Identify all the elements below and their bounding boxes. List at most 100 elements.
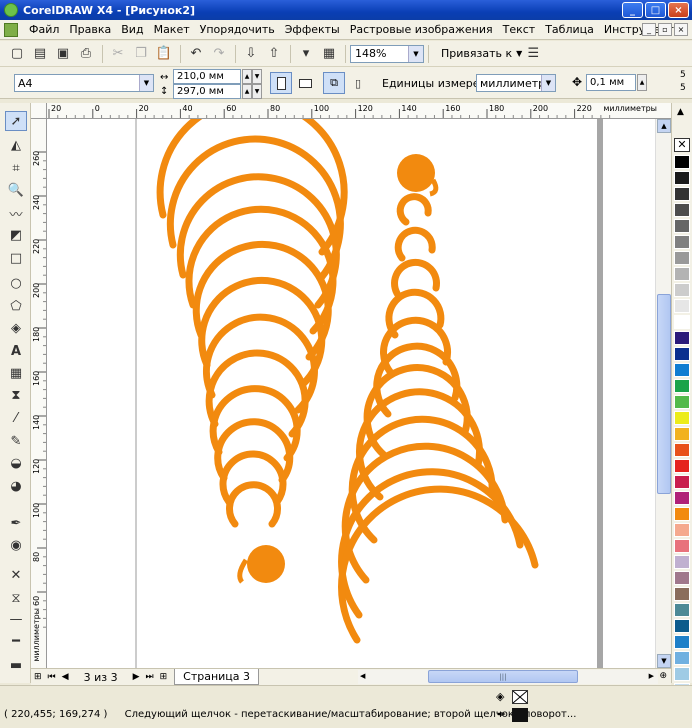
- paste-icon[interactable]: 📋: [153, 43, 175, 65]
- color-swatch[interactable]: [674, 171, 690, 185]
- ruler-origin[interactable]: [31, 103, 47, 119]
- last-page-icon[interactable]: ⏭: [143, 672, 157, 682]
- hairline-icon[interactable]: ⧖: [5, 588, 27, 608]
- spiral-end-dot-right[interactable]: [397, 154, 435, 192]
- polygon-tool-icon[interactable]: ⬠: [5, 296, 27, 316]
- horizontal-ruler[interactable]: 20 0 20 40 60 80 100 120 140 160 180 200 220 миллиме…: [31, 103, 671, 119]
- color-swatch[interactable]: [674, 395, 690, 409]
- color-swatch[interactable]: [674, 539, 690, 553]
- color-swatch[interactable]: [674, 203, 690, 217]
- color-swatch[interactable]: [674, 379, 690, 393]
- color-swatch[interactable]: [674, 315, 690, 329]
- color-swatch[interactable]: [674, 491, 690, 505]
- vertical-scrollbar[interactable]: ▲ ▼: [655, 119, 671, 668]
- cut-icon[interactable]: ✂: [107, 43, 129, 65]
- landscape-button[interactable]: [294, 72, 316, 94]
- scroll-right-arrow-icon[interactable]: ▶: [649, 672, 654, 680]
- ellipse-tool-icon[interactable]: ○: [5, 273, 27, 293]
- scroll-up-arrow-icon[interactable]: ▲: [657, 119, 671, 133]
- color-swatch[interactable]: [674, 571, 690, 585]
- text-tool-icon[interactable]: A: [5, 341, 27, 361]
- menu-file[interactable]: Файл: [24, 23, 64, 36]
- thick-line-icon[interactable]: ▬: [5, 655, 27, 675]
- zoom-tool-icon[interactable]: 🔍: [5, 180, 27, 200]
- chevron-down-icon[interactable]: ▼: [541, 75, 555, 91]
- palette-scroll-up-icon[interactable]: ▲: [677, 107, 684, 117]
- outline-pen-icon[interactable]: ✒: [5, 513, 27, 533]
- all-pages-button[interactable]: ⧉: [323, 72, 345, 94]
- menu-edit[interactable]: Правка: [64, 23, 116, 36]
- color-swatch[interactable]: [674, 555, 690, 569]
- color-swatch[interactable]: [674, 507, 690, 521]
- color-swatch[interactable]: [674, 427, 690, 441]
- color-swatch[interactable]: [674, 155, 690, 169]
- basic-shapes-tool-icon[interactable]: ◈: [5, 318, 27, 338]
- spiral-end-dot-left[interactable]: [247, 545, 285, 583]
- snap-to-dropdown[interactable]: Привязать к: [441, 47, 512, 60]
- nudge-spinner[interactable]: ▲: [637, 74, 647, 91]
- welcome-screen-icon[interactable]: ▦: [318, 43, 340, 65]
- width-spinner-down[interactable]: ▼: [252, 69, 262, 84]
- undo-icon[interactable]: ↶: [185, 43, 207, 65]
- height-spinner-down[interactable]: ▼: [252, 84, 262, 99]
- interactive-blend-tool-icon[interactable]: ⧗: [5, 385, 27, 405]
- no-outline-icon[interactable]: ✕: [5, 565, 27, 585]
- minimize-button[interactable]: _: [622, 2, 643, 18]
- fill-color-indicator[interactable]: [512, 690, 528, 704]
- menu-table[interactable]: Таблица: [540, 23, 599, 36]
- zoom-navigator-icon[interactable]: ⊕: [659, 671, 667, 681]
- doc-minimize-button[interactable]: _: [642, 23, 656, 36]
- outline-tool-icon[interactable]: ✎: [5, 431, 27, 451]
- crop-tool-icon[interactable]: ⌗: [5, 158, 27, 178]
- tab-page-3[interactable]: Страница 3: [174, 669, 260, 685]
- import-icon[interactable]: ⇩: [240, 43, 262, 65]
- menu-layout[interactable]: Макет: [149, 23, 195, 36]
- redo-icon[interactable]: ↷: [208, 43, 230, 65]
- thin-line-icon[interactable]: —: [5, 609, 27, 629]
- color-swatch[interactable]: [674, 667, 690, 681]
- outline-color-indicator[interactable]: [512, 708, 528, 722]
- nudge-distance-input[interactable]: 0,1 мм: [586, 74, 636, 91]
- color-swatch[interactable]: [674, 267, 690, 281]
- color-swatch[interactable]: [674, 619, 690, 633]
- vertical-ruler[interactable]: 260 240 220 200 180 160 140 120 100 80 60 миллимет…: [31, 119, 47, 668]
- height-spinner[interactable]: ▲: [242, 84, 252, 99]
- no-fill-swatch[interactable]: ✕: [674, 138, 690, 152]
- color-swatch[interactable]: [674, 363, 690, 377]
- color-swatch[interactable]: [674, 347, 690, 361]
- copy-icon[interactable]: ❐: [130, 43, 152, 65]
- color-swatch[interactable]: [674, 331, 690, 345]
- chevron-down-icon[interactable]: ▼: [139, 75, 153, 91]
- print-icon[interactable]: ⎙: [75, 43, 97, 65]
- color-swatch[interactable]: [674, 459, 690, 473]
- color-swatch[interactable]: [674, 187, 690, 201]
- rectangle-tool-icon[interactable]: □: [5, 248, 27, 268]
- menu-view[interactable]: Вид: [116, 23, 148, 36]
- menu-bitmaps[interactable]: Растровые изображения: [345, 23, 498, 36]
- color-swatch[interactable]: [674, 251, 690, 265]
- smart-fill-tool-icon[interactable]: ◩: [5, 225, 27, 245]
- chevron-down-icon[interactable]: ▼: [408, 45, 423, 62]
- document-icon[interactable]: [4, 22, 18, 37]
- fill-tool-icon[interactable]: ◒: [5, 453, 27, 473]
- horizontal-scrollbar[interactable]: ◀ ||| ▶: [358, 670, 658, 684]
- duplicate-offset-y[interactable]: 5: [680, 83, 686, 93]
- duplicate-offset-x[interactable]: 5: [680, 70, 686, 80]
- application-launcher-icon[interactable]: ▾: [295, 43, 317, 65]
- save-icon[interactable]: ▣: [52, 43, 74, 65]
- zoom-level-select[interactable]: 148% ▼: [350, 44, 424, 63]
- page-width-input[interactable]: 210,0 мм: [173, 69, 241, 84]
- menu-text[interactable]: Текст: [498, 23, 541, 36]
- color-swatch[interactable]: [674, 587, 690, 601]
- drawing-canvas[interactable]: [47, 119, 655, 668]
- next-page-icon[interactable]: ▶: [130, 672, 143, 682]
- previous-page-icon[interactable]: ◀: [59, 672, 72, 682]
- color-swatch[interactable]: [674, 235, 690, 249]
- horizontal-scroll-thumb[interactable]: |||: [428, 670, 578, 683]
- spiral-blend-right[interactable]: [338, 193, 539, 644]
- doc-close-button[interactable]: ×: [674, 23, 688, 36]
- export-icon[interactable]: ⇧: [263, 43, 285, 65]
- color-swatch[interactable]: [674, 523, 690, 537]
- scroll-left-arrow-icon[interactable]: ◀: [360, 672, 365, 680]
- menu-arrange[interactable]: Упорядочить: [195, 23, 280, 36]
